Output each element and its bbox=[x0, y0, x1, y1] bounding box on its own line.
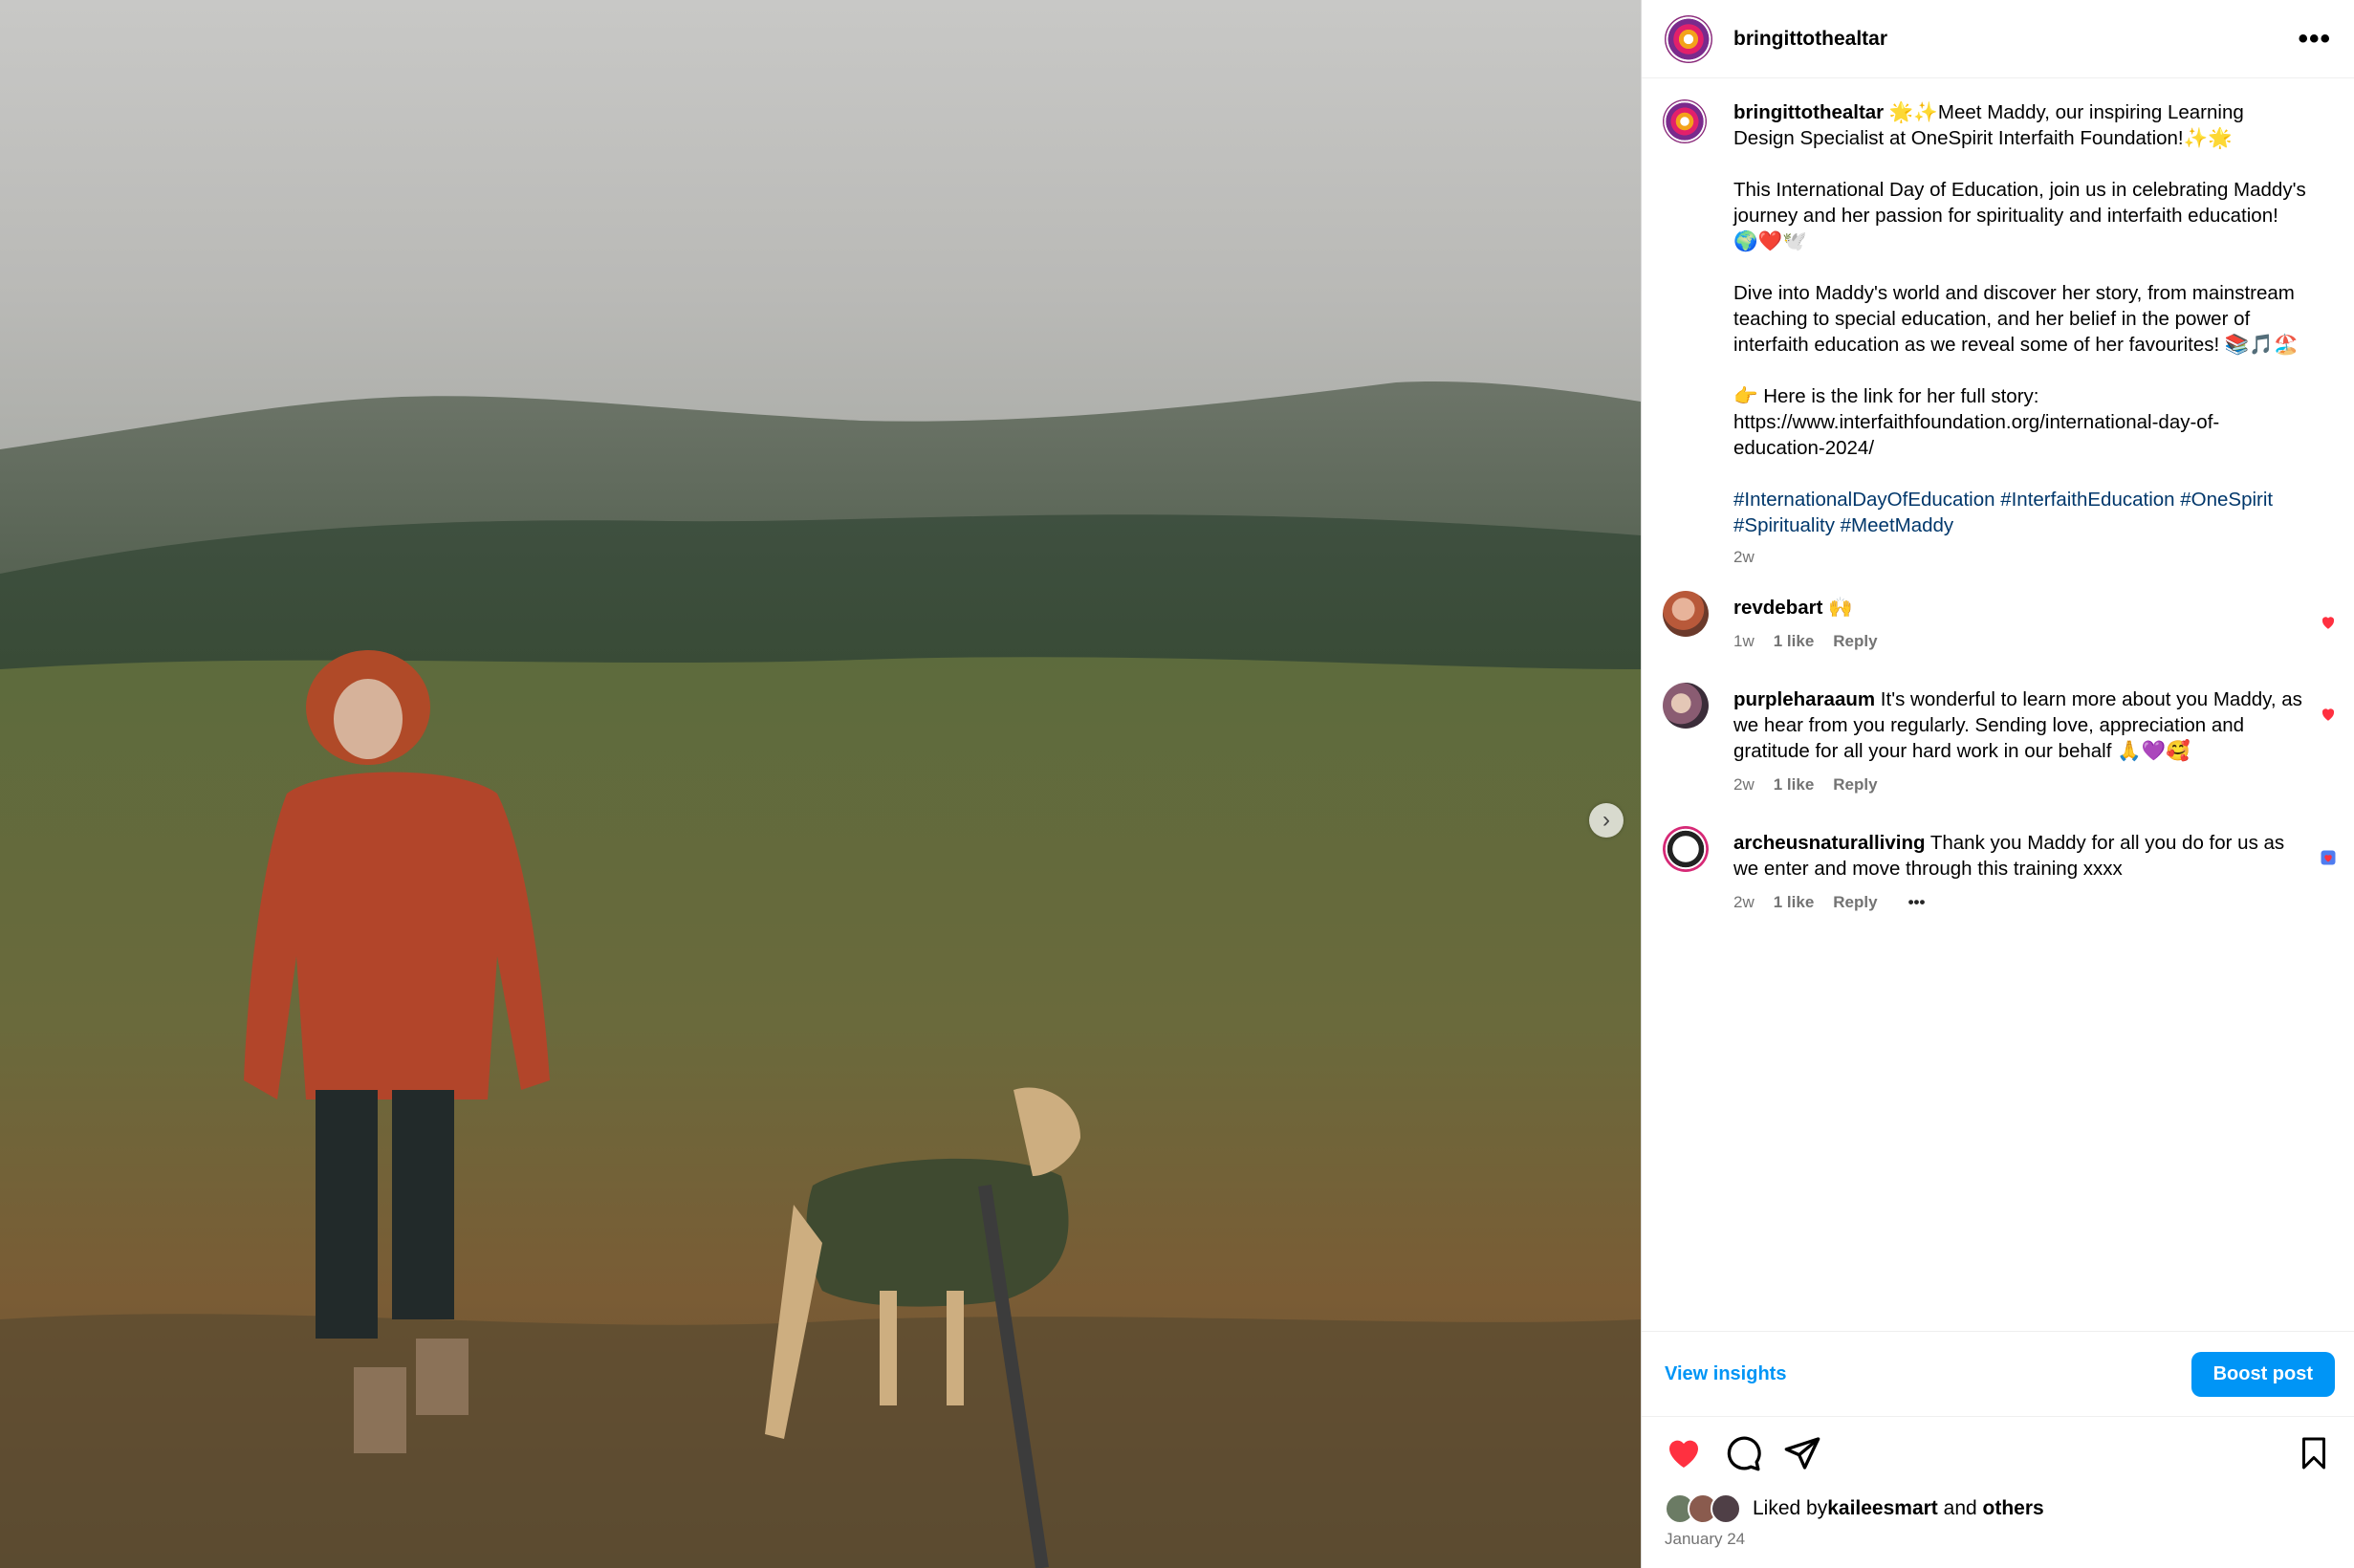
comment-likes-count[interactable]: 1 like bbox=[1774, 628, 1815, 654]
caption-author-avatar[interactable] bbox=[1663, 99, 1707, 143]
post-photo[interactable]: › bbox=[0, 0, 1641, 1568]
more-options-icon[interactable]: ••• bbox=[2298, 24, 2331, 54]
caption-link-paragraph: 👉 Here is the link for her full story: h… bbox=[1733, 385, 2220, 459]
liked-by-row[interactable]: Liked by kaileesmart and others bbox=[1665, 1493, 2044, 1524]
post-sidebar: bringittothealtar ••• bringittothealtar … bbox=[1641, 0, 2354, 1568]
liked-by-and: and bbox=[1937, 1497, 1983, 1519]
commenter-username[interactable]: revdebart bbox=[1733, 597, 1822, 619]
post-header: bringittothealtar ••• bbox=[1642, 0, 2354, 78]
liked-by-label: Liked by bbox=[1753, 1497, 1828, 1519]
commenter-username[interactable]: purpleharaaum bbox=[1733, 688, 1875, 710]
next-arrow-icon[interactable]: › bbox=[1589, 803, 1624, 838]
reply-button[interactable]: Reply bbox=[1833, 889, 1877, 915]
comment-like-heart-icon[interactable] bbox=[2320, 849, 2337, 866]
author-avatar[interactable] bbox=[1665, 14, 1712, 63]
commenter-avatar[interactable] bbox=[1663, 591, 1709, 637]
landscape-photo bbox=[0, 0, 1641, 1568]
post-caption: bringittothealtar 🌟✨Meet Maddy, our insp… bbox=[1642, 78, 2354, 570]
comment-like-heart-icon[interactable] bbox=[2320, 614, 2337, 631]
caption-paragraph: This International Day of Education, joi… bbox=[1733, 179, 2312, 252]
post-date: January 24 bbox=[1665, 1530, 1746, 1548]
caption-age: 2w bbox=[1733, 548, 1755, 566]
comment-likes-count[interactable]: 1 like bbox=[1774, 772, 1815, 797]
instagram-post-window: › bringittothealtar ••• bringittothealta… bbox=[0, 0, 2354, 1568]
commenter-avatar[interactable] bbox=[1663, 826, 1709, 872]
liked-by-user-link[interactable]: kaileesmart bbox=[1827, 1497, 1938, 1520]
comment-item: archeusnaturalliving Thank you Maddy for… bbox=[1642, 826, 2354, 915]
comment-age: 2w bbox=[1733, 893, 1755, 911]
liked-by-others-link[interactable]: others bbox=[1983, 1497, 2044, 1520]
comment-item: revdebart 🙌 1w 1 like Reply bbox=[1642, 591, 2354, 654]
bookmark-icon[interactable] bbox=[2297, 1434, 2331, 1472]
caption-author-username[interactable]: bringittothealtar bbox=[1733, 101, 1884, 123]
insights-bar: View insights Boost post bbox=[1642, 1331, 2354, 1417]
caption-paragraph: Dive into Maddy's world and discover her… bbox=[1733, 282, 2300, 356]
commenter-username[interactable]: archeusnaturalliving bbox=[1733, 832, 1926, 854]
view-insights-link[interactable]: View insights bbox=[1665, 1363, 1786, 1385]
comment-like-heart-icon[interactable] bbox=[2320, 706, 2337, 723]
reply-button[interactable]: Reply bbox=[1833, 628, 1877, 654]
comment-age: 2w bbox=[1733, 775, 1755, 794]
comment-age: 1w bbox=[1733, 632, 1755, 650]
liker-avatars bbox=[1665, 1493, 1741, 1524]
reply-button[interactable]: Reply bbox=[1833, 772, 1877, 797]
caption-paragraph: bringittothealtar 🌟✨Meet Maddy, our insp… bbox=[1733, 101, 2250, 149]
comment-item: purpleharaaum It's wonderful to learn mo… bbox=[1642, 683, 2354, 797]
post-actions bbox=[1665, 1432, 2331, 1474]
hashtag-links[interactable]: #InternationalDayOfEducation #Interfaith… bbox=[1733, 489, 2273, 536]
comment-more-options-icon[interactable]: ••• bbox=[1908, 889, 1926, 915]
heart-icon[interactable] bbox=[1665, 1434, 1703, 1472]
comment-likes-count[interactable]: 1 like bbox=[1774, 889, 1815, 915]
boost-post-button[interactable]: Boost post bbox=[2191, 1351, 2335, 1397]
share-icon[interactable] bbox=[1783, 1434, 1821, 1472]
comments-scroll-area[interactable]: bringittothealtar 🌟✨Meet Maddy, our insp… bbox=[1642, 78, 2354, 1331]
liker-avatar bbox=[1711, 1493, 1741, 1524]
comment-icon[interactable] bbox=[1724, 1434, 1762, 1472]
comment-text: 🙌 bbox=[1822, 597, 1853, 619]
commenter-avatar[interactable] bbox=[1663, 683, 1709, 729]
caption-hashtags: #InternationalDayOfEducation #Interfaith… bbox=[1733, 487, 2307, 538]
author-username[interactable]: bringittothealtar bbox=[1733, 28, 1887, 51]
